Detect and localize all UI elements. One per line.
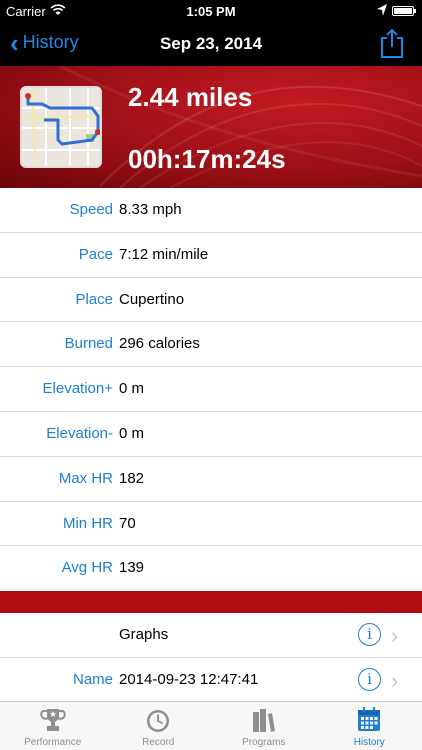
stat-label: Speed [69, 201, 113, 218]
stat-row-speed: Speed 8.33 mph [0, 188, 422, 233]
status-time: 1:05 PM [186, 4, 236, 19]
share-icon [381, 28, 403, 58]
name-row[interactable]: Name 2014-09-23 12:47:41 i › [0, 658, 422, 703]
calendar-icon [358, 707, 381, 731]
duration-value: 00h:17m:24s [128, 144, 286, 174]
summary-banner: 2.44 miles 00h:17m:24s [0, 66, 422, 188]
trophy-icon [40, 709, 66, 731]
stat-value: Cupertino [119, 290, 185, 308]
action-label: Name [72, 671, 113, 688]
stat-value: 70 [119, 514, 136, 532]
stat-label: Avg HR [61, 559, 113, 577]
battery-icon [392, 6, 416, 16]
stat-row-pace: Pace 7:12 min/mile [0, 233, 422, 278]
stat-row-max-hr: Max HR 182 [0, 457, 422, 502]
stopwatch-icon [147, 710, 170, 732]
status-bar: Carrier 1:05 PM [0, 0, 422, 22]
tab-label: Record [142, 737, 175, 748]
stat-value: 7:12 min/mile [119, 245, 209, 263]
stat-value: 182 [119, 469, 145, 487]
share-button[interactable] [378, 27, 406, 59]
books-icon [252, 709, 275, 732]
stat-label: Place [75, 290, 113, 308]
stat-label: Min HR [62, 514, 113, 532]
graphs-label: Graphs [119, 626, 169, 643]
stat-value: 0 m [119, 424, 145, 442]
workout-name-value: 2014-09-23 12:47:41 [119, 671, 259, 688]
navigation-bar: ‹ History Sep 23, 2014 [0, 22, 422, 66]
stat-label: Elevation+ [42, 380, 113, 398]
chevron-right-icon: › [391, 668, 399, 693]
stat-value: 0 m [119, 380, 145, 398]
section-divider [0, 591, 422, 613]
stat-row-min-hr: Min HR 70 [0, 502, 422, 547]
stat-label: Pace [78, 245, 113, 263]
chevron-right-icon: › [391, 623, 399, 648]
stat-value: 8.33 mph [119, 201, 182, 218]
stat-label: Elevation- [46, 424, 113, 442]
distance-value: 2.44 miles [128, 82, 253, 112]
tab-record[interactable]: Record [106, 702, 212, 750]
tab-performance[interactable]: Performance [0, 702, 106, 750]
location-arrow-icon [377, 4, 387, 16]
stat-row-elevation-gain: Elevation+ 0 m [0, 367, 422, 412]
stat-row-burned: Burned 296 calories [0, 322, 422, 368]
stat-value: 139 [119, 559, 145, 577]
route-map-thumbnail[interactable] [20, 86, 102, 168]
stat-label: Burned [64, 335, 113, 353]
tab-label: Programs [242, 737, 286, 748]
stat-label: Max HR [58, 469, 113, 487]
stat-row-elevation-loss: Elevation- 0 m [0, 412, 422, 457]
tab-history[interactable]: History [317, 702, 422, 750]
route-map-icon [22, 88, 100, 166]
info-icon[interactable]: i [358, 623, 381, 646]
page-title: Sep 23, 2014 [159, 34, 263, 53]
tab-bar: Performance Record Programs History [0, 701, 422, 750]
stats-list: Speed 8.33 mph Pace 7:12 min/mile Place … [0, 188, 422, 591]
graphs-row[interactable]: Graphs i › [0, 613, 422, 658]
tab-label: Performance [24, 737, 82, 748]
stat-row-place: Place Cupertino [0, 278, 422, 323]
stat-value: 296 calories [119, 335, 200, 353]
actions-list: Graphs i › Name 2014-09-23 12:47:41 i › [0, 613, 422, 703]
tab-label: History [353, 737, 385, 748]
tab-programs[interactable]: Programs [211, 702, 317, 750]
stat-row-avg-hr: Avg HR 139 [0, 546, 422, 591]
info-icon[interactable]: i [358, 668, 381, 691]
